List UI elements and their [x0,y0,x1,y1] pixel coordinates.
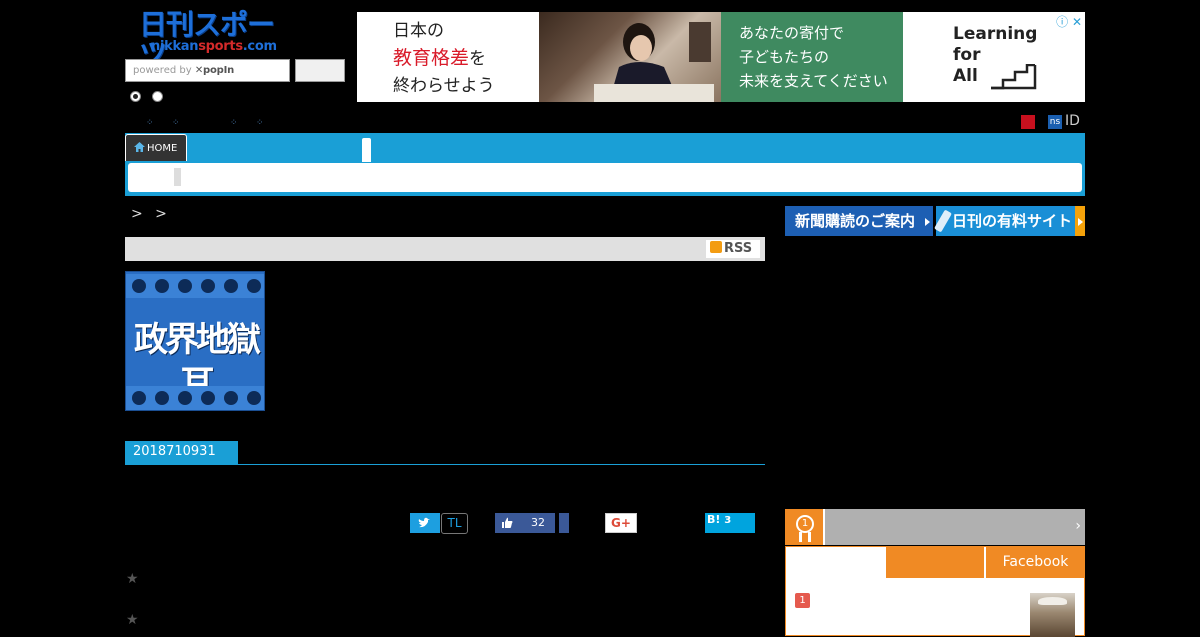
ranking-medal-icon: 1 [785,509,825,545]
search-scope-radio-web[interactable] [152,91,163,102]
nav-tab-indicator[interactable] [362,138,371,162]
rss-button[interactable]: RSS [706,240,760,258]
google-plus-button[interactable]: G+ [605,513,637,533]
ad-message: あなたの寄付で 子どもたちの 未来を支えてください [721,12,903,102]
ad-line-2-tail: を [469,49,487,69]
paid-sites-button[interactable]: 日刊の有料サイト [934,206,1085,236]
twitter-share-button[interactable] [410,513,440,533]
id-login-link[interactable]: ID [1065,113,1080,129]
ad-message-line-2: 子どもたちの [739,48,830,66]
hatena-label: B! [707,513,721,526]
arrow-right-icon [925,218,930,226]
ad-headline: 日本の 教育格差を 終わらせよう [357,12,539,102]
topic-link-4[interactable]: ⁘ [256,118,264,128]
ranking-article-photo[interactable] [1030,593,1075,637]
thumb-border-top [126,274,264,298]
breadcrumb: > > [131,206,171,222]
star-icon: ★ [126,612,139,628]
nav-home-tab[interactable]: HOME [125,134,187,161]
logo-domain-part-c: .com [242,39,277,54]
newspaper-subscription-button[interactable]: 新聞購読のご案内 [785,206,933,236]
ad-photo-illustration [594,22,714,102]
star-icon: ★ [126,571,139,587]
search-input[interactable]: powered by ✕popIn [125,59,290,82]
topic-link-2[interactable]: ⁘ [172,118,180,128]
ad-line-1: 日本の [393,21,444,41]
sub-nav-indicator[interactable] [174,168,181,186]
arrow-right-icon [1078,218,1083,226]
chevron-right-icon: › [1075,518,1081,534]
nav-home-label: HOME [147,143,178,154]
topic-link-1[interactable]: ⁘ [146,118,154,128]
rss-label: RSS [724,241,753,256]
logo-domain: nikkansports.com [151,39,277,55]
search-scope-radio-site[interactable] [130,91,141,102]
facebook-like-button[interactable]: 32 [495,513,555,533]
stairs-icon [991,64,1037,90]
thumb-border-bottom [126,386,264,410]
topic-link-3[interactable]: ⁘ [230,118,238,128]
hatena-bookmark-button[interactable]: B! 3 [705,513,755,533]
promo1-label: 新聞購読のご案内 [795,212,916,230]
red-square-link[interactable] [1021,115,1035,129]
section-header: RSS [125,237,765,261]
home-icon [134,142,145,152]
banner-ad[interactable]: 日本の 教育格差を 終わらせよう あなたの寄付で 子どもたちの 未来を支えてくだ… [357,12,1085,102]
promo2-label: 日刊の有料サイト [952,212,1073,230]
search-button[interactable] [295,59,345,82]
medal-number: 1 [796,515,814,533]
ranking-tab-facebook[interactable]: Facebook [986,547,1085,578]
ad-line-3: 終わらせよう [393,76,495,96]
ranking-header[interactable]: 1 › [785,509,1085,545]
thumbs-up-icon [502,517,513,528]
site-logo[interactable]: 日刊スポーツ nikkansports.com [139,10,291,70]
facebook-share-button[interactable] [559,513,569,533]
ad-line-2: 教育格差 [393,47,470,69]
search-placeholder: powered by [133,65,195,76]
ranking-tab-1[interactable] [886,547,984,578]
ns-badge[interactable]: ns [1048,115,1062,129]
rss-icon [710,241,722,253]
ad-message-line-1: あなたの寄付で [739,24,845,42]
logo-domain-part-b: sports [198,39,243,54]
hatena-count: 3 [724,515,732,526]
divider [125,464,765,465]
facebook-like-count: 32 [531,516,545,529]
pen-icon [934,209,952,233]
twitter-icon [418,517,430,528]
global-nav: HOME [125,133,1085,196]
sub-nav-bar [128,163,1082,192]
ad-photo [539,12,721,102]
twitter-timeline-button[interactable]: TL [441,513,468,534]
popin-brand: ✕popIn [194,65,235,76]
logo-domain-part-a: nikkan [151,39,199,54]
article-date-tab: 2018710931 [125,441,238,464]
rank-number-badge: 1 [795,593,810,608]
ad-message-line-3: 未来を支えてください [739,72,888,90]
ad-brand-line-2: for [953,45,981,65]
column-thumbnail[interactable]: 政界地獄耳 [125,271,265,411]
ad-choices-icon[interactable]: ⓘ ✕ [1056,13,1082,30]
photo-hat [1038,597,1067,605]
medal-ribbon [799,532,811,542]
ranking-box: Facebook 1 [785,546,1085,637]
